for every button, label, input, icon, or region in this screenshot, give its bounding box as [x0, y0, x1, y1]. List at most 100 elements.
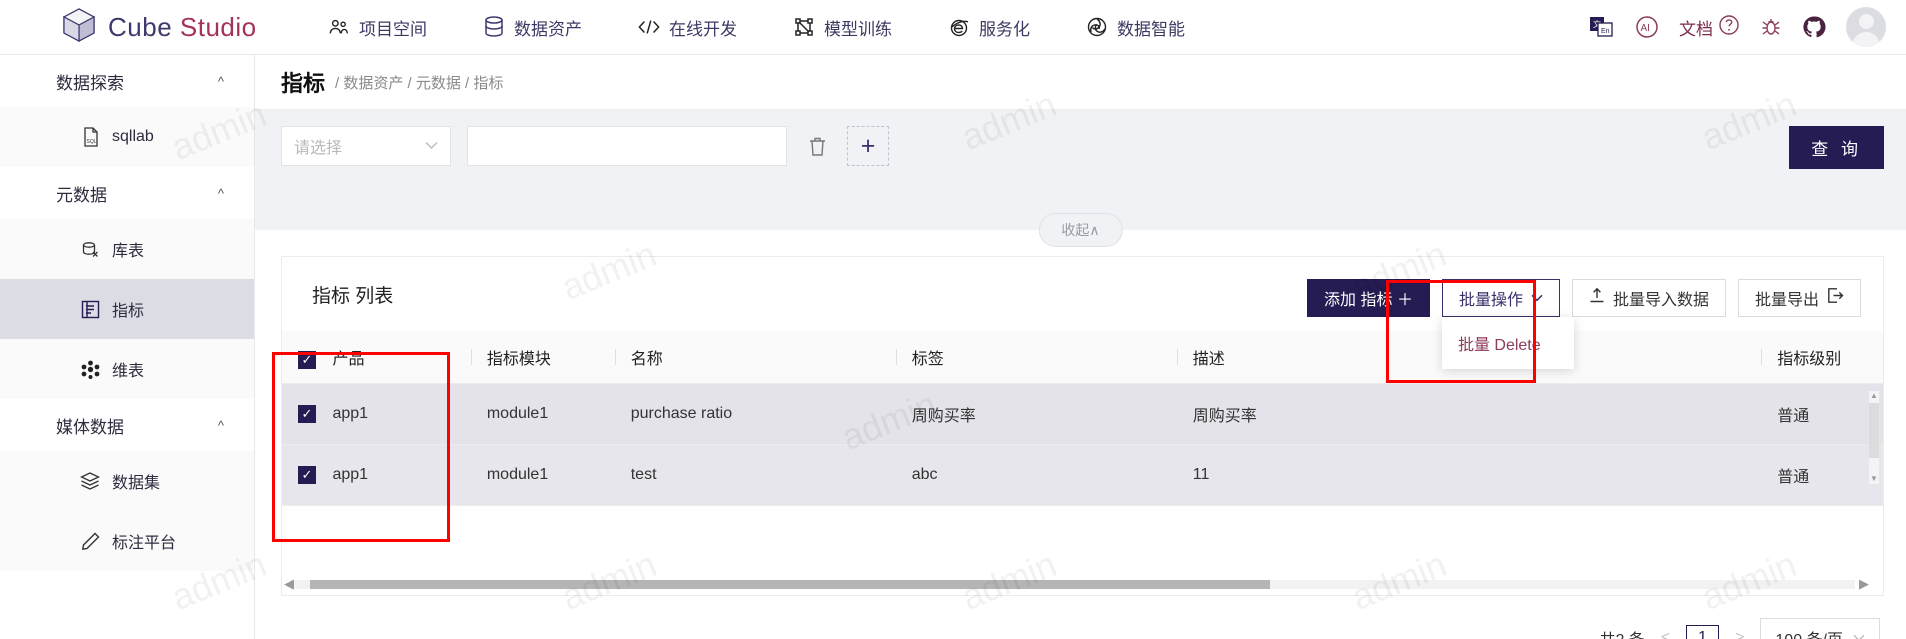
scroll-left-arrow-icon[interactable]: ◀	[284, 576, 294, 592]
chevron-down-icon	[1853, 629, 1865, 639]
add-filter-button[interactable]: +	[847, 126, 889, 166]
table-header-label: 产品	[332, 351, 365, 368]
filter-field-select[interactable]: 请选择	[281, 126, 451, 166]
add-metric-button[interactable]: 添加 指标 ＋	[1307, 279, 1430, 317]
nav-item-data-intelligence[interactable]: 数据智能	[1058, 0, 1213, 55]
scroll-up-arrow-icon[interactable]: ▲	[1869, 391, 1879, 401]
batch-operation-wrapper: 批量操作 批量 Delete	[1441, 279, 1574, 369]
sidebar-item-sqllab[interactable]: SQL sqllab	[0, 107, 254, 167]
vertical-scroll-thumb[interactable]	[1869, 403, 1879, 458]
top-nav-right-actions: 文 En AI 文档	[1589, 7, 1906, 47]
bug-icon[interactable]	[1760, 16, 1782, 38]
svg-text:SQL: SQL	[86, 139, 96, 145]
pagination-current-page[interactable]: 1	[1686, 625, 1720, 639]
sidebar-item-annotation-platform[interactable]: 标注平台	[0, 511, 254, 571]
page-size-label: 100 条/页	[1775, 626, 1843, 639]
filter-value-input[interactable]	[467, 126, 787, 166]
nav-label: 数据智能	[1117, 19, 1185, 39]
globe-e-icon	[948, 16, 970, 38]
batch-operation-button[interactable]: 批量操作	[1441, 279, 1560, 317]
brand-logo[interactable]: Cube Studio	[0, 7, 300, 48]
top-nav-items: 项目空间 数据资产 在线开发 模型训练 服务化 数据智能	[300, 0, 1589, 55]
sidebar-item-label: sqllab	[112, 128, 154, 145]
sidebar-group-metadata[interactable]: 元数据 ^	[0, 167, 254, 219]
scroll-right-arrow-icon[interactable]: ▶	[1859, 576, 1869, 592]
pagination: 共2 条 < 1 > 100 条/页	[255, 596, 1906, 639]
nav-item-model-training[interactable]: 模型训练	[765, 0, 920, 55]
filter-panel: 请选择 + 查 询 收起∧	[255, 110, 1906, 247]
table-header-tag: 标签	[895, 331, 1177, 384]
sidebar-item-dimension-table[interactable]: 维表	[0, 339, 254, 399]
sidebar-item-metric[interactable]: 指标	[0, 279, 254, 339]
translate-icon[interactable]: 文 En	[1589, 15, 1615, 39]
cell-name: purchase ratio	[614, 383, 896, 445]
cell-module: module1	[470, 444, 615, 506]
sidebar-item-library-table[interactable]: 库表	[0, 219, 254, 279]
cell-tag: abc	[895, 444, 1177, 506]
doc-label: 文档	[1679, 19, 1713, 39]
github-icon[interactable]	[1802, 15, 1826, 39]
table-header-label: 指标模块	[486, 351, 551, 368]
pencil-icon	[80, 531, 100, 551]
cell-level: 普通	[1761, 444, 1883, 506]
nav-item-data-assets[interactable]: 数据资产	[455, 0, 610, 55]
database-icon	[483, 16, 505, 38]
chevron-down-icon	[425, 137, 438, 155]
code-brackets-icon	[638, 16, 660, 38]
cell-module: module1	[470, 383, 615, 445]
cell-tag: 周购买率	[895, 383, 1177, 445]
sidebar-group-label: 元数据	[56, 185, 107, 205]
chevron-up-icon: ^	[217, 185, 224, 201]
avatar[interactable]	[1846, 7, 1886, 47]
collapse-filters-button[interactable]: 收起∧	[1038, 213, 1123, 247]
sidebar-group-media-data[interactable]: 媒体数据 ^	[0, 399, 254, 451]
chevron-right-icon[interactable]: >	[1731, 629, 1748, 639]
row-checkbox[interactable]: ✓	[298, 404, 316, 423]
chevron-up-icon: ^	[217, 417, 224, 433]
sidebar-item-label: 指标	[112, 303, 145, 320]
scroll-down-arrow-icon[interactable]: ▼	[1869, 474, 1879, 484]
page-title: 指标	[281, 71, 326, 96]
doc-link[interactable]: 文档	[1679, 14, 1740, 41]
batch-export-button[interactable]: 批量导出	[1737, 279, 1861, 317]
batch-delete-menu-item[interactable]: 批量 Delete	[1442, 317, 1574, 369]
table-header-row: ✓ 产品 指标模块 名称 标签 描述 指标级别 指标 操作	[282, 331, 1883, 384]
batch-import-button[interactable]: 批量导入数据	[1571, 279, 1726, 317]
model-node-icon	[793, 16, 815, 38]
horizontal-scroll-thumb[interactable]	[310, 580, 1270, 589]
row-checkbox[interactable]: ✓	[298, 465, 316, 484]
table-row[interactable]: ✓ app1 module1 test abc 11 普通 zs 更多∨	[282, 444, 1883, 506]
cell-level: 普通	[1761, 383, 1883, 445]
cell-desc: 11	[1176, 444, 1762, 506]
ai-circle-icon[interactable]: AI	[1635, 15, 1659, 39]
cell-product: ✓ app1	[282, 383, 471, 445]
filter-row: 请选择 +	[255, 126, 1906, 166]
batch-export-label: 批量导出	[1754, 292, 1819, 309]
chevron-left-icon[interactable]: <	[1657, 629, 1674, 639]
table-row[interactable]: ✓ app1 module1 purchase ratio 周购买率 周购买率 …	[282, 383, 1883, 445]
nav-label: 在线开发	[669, 19, 737, 39]
cube-icon	[62, 7, 96, 48]
nav-item-project-space[interactable]: 项目空间	[300, 0, 455, 55]
sidebar-item-dataset[interactable]: 数据集	[0, 451, 254, 511]
spiral-icon	[1086, 16, 1108, 38]
table-horizontal-scrollbar[interactable]	[290, 580, 1855, 589]
plus-icon: +	[860, 131, 876, 160]
sidebar-group-data-exploration[interactable]: 数据探索 ^	[0, 55, 254, 107]
metric-table: ✓ 产品 指标模块 名称 标签 描述 指标级别 指标 操作	[282, 331, 1883, 506]
brand-name-part1: Cube	[108, 11, 180, 42]
top-navigation-bar: Cube Studio 项目空间 数据资产 在线开发 模型训练 服务化 数据智能…	[0, 0, 1906, 55]
table-header-label: 描述	[1192, 351, 1225, 368]
page-size-select[interactable]: 100 条/页	[1760, 618, 1880, 639]
nav-item-online-dev[interactable]: 在线开发	[610, 0, 765, 55]
svg-text:AI: AI	[1641, 23, 1650, 34]
trash-icon[interactable]	[803, 132, 831, 160]
brand-name: Cube Studio	[108, 12, 257, 43]
nav-item-serving[interactable]: 服务化	[920, 0, 1058, 55]
select-all-checkbox[interactable]: ✓	[298, 350, 316, 369]
batch-operation-menu: 批量 Delete	[1441, 317, 1574, 369]
table-vertical-scrollbar[interactable]: ▲ ▼	[1869, 391, 1879, 484]
sidebar-item-label: 数据集	[112, 475, 161, 492]
table-header-label: 名称	[630, 351, 663, 368]
query-button[interactable]: 查 询	[1789, 126, 1884, 169]
